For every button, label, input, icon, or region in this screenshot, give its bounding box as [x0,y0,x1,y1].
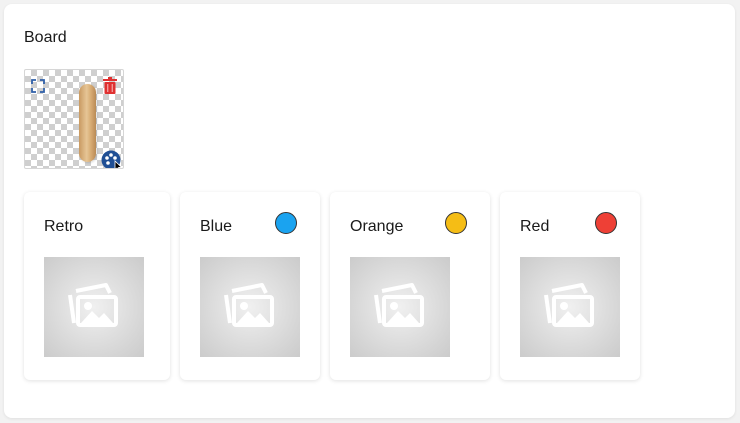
image-placeholder [520,257,620,357]
delete-icon[interactable] [103,77,117,94]
color-swatch [275,212,297,234]
board-title: Board [24,29,67,46]
image-placeholder-icon [544,283,594,327]
image-placeholder [350,257,450,357]
color-card-blue[interactable]: Blue [180,192,320,380]
color-swatch [595,212,617,234]
palette-icon[interactable] [101,150,123,168]
card-label: Red [520,218,550,235]
card-label: Blue [200,218,233,235]
image-placeholder-icon [374,283,424,327]
board-preview-image [79,84,96,162]
board-panel: Board Retro Blue Orange Red [4,4,735,418]
color-swatch [445,212,467,234]
card-label: Orange [350,218,404,235]
fullscreen-icon[interactable] [31,79,45,93]
image-placeholder-icon [68,283,118,327]
color-card-orange[interactable]: Orange [330,192,490,380]
image-placeholder-icon [224,283,274,327]
image-placeholder [44,257,144,357]
color-card-retro[interactable]: Retro [24,192,170,380]
board-thumbnail[interactable] [24,69,124,169]
card-label: Retro [44,218,84,235]
color-card-red[interactable]: Red [500,192,640,380]
image-placeholder [200,257,300,357]
